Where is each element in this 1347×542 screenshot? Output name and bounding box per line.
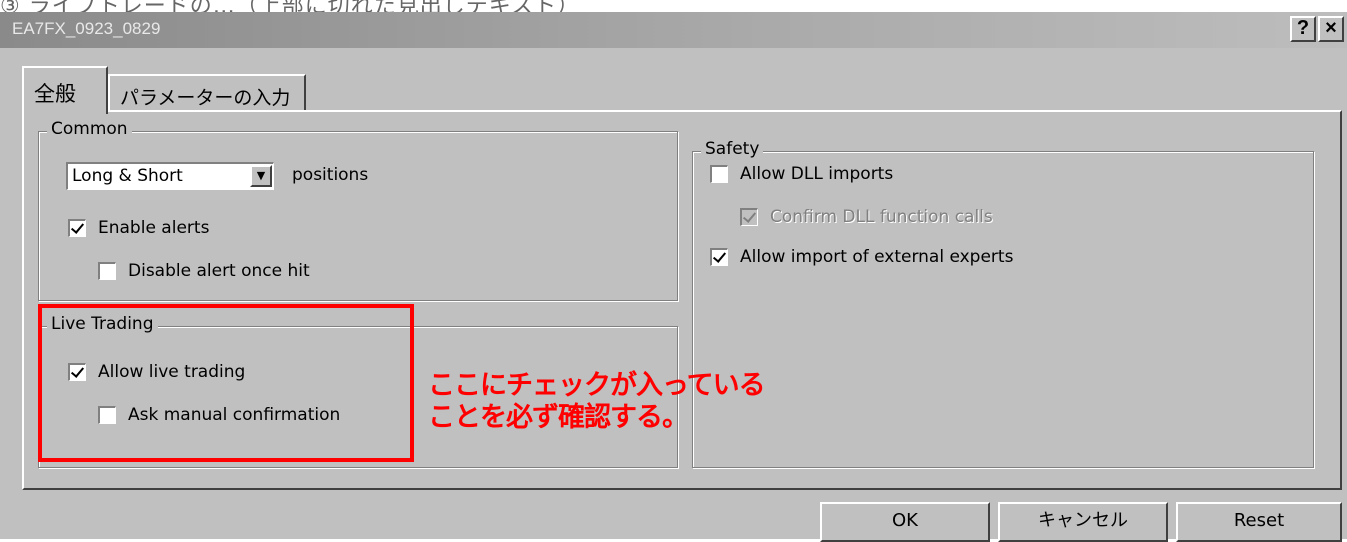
- disable-alert-once-hit-checkbox[interactable]: Disable alert once hit: [98, 261, 310, 281]
- title-bar: EA7FX_0923_0829 ? ×: [0, 12, 1347, 48]
- chevron-down-icon[interactable]: ▼: [250, 165, 272, 187]
- reset-button[interactable]: Reset: [1176, 502, 1342, 542]
- disable-alert-once-hit-label: Disable alert once hit: [128, 261, 310, 281]
- confirm-dll-function-calls-label: Confirm DLL function calls: [770, 207, 993, 227]
- safety-legend: Safety: [701, 139, 764, 159]
- checkbox-unchecked-icon[interactable]: [710, 165, 728, 183]
- allow-dll-imports-label: Allow DLL imports: [740, 164, 894, 184]
- close-button[interactable]: ×: [1318, 16, 1344, 42]
- tab-general[interactable]: 全般: [22, 66, 108, 114]
- allow-import-external-experts-label: Allow import of external experts: [740, 247, 1014, 267]
- window-title: EA7FX_0923_0829: [12, 19, 161, 38]
- checkbox-checked-disabled-icon: [740, 208, 758, 226]
- checkbox-unchecked-icon[interactable]: [98, 262, 116, 280]
- annotation-note-line-1: ここにチェックが入っている: [428, 370, 766, 401]
- enable-alerts-checkbox[interactable]: Enable alerts: [68, 218, 209, 238]
- dialog-window: EA7FX_0923_0829 ? × 全般 パラメーターの入力 Common …: [0, 12, 1347, 542]
- enable-alerts-label: Enable alerts: [98, 218, 210, 238]
- positions-label: positions: [292, 165, 369, 185]
- annotation-note: ここにチェックが入っている ことを必ず確認する。: [428, 370, 766, 434]
- confirm-dll-function-calls-checkbox: Confirm DLL function calls: [740, 207, 993, 227]
- cancel-button[interactable]: キャンセル: [998, 502, 1168, 542]
- help-button[interactable]: ?: [1290, 16, 1316, 42]
- checkbox-checked-icon[interactable]: [68, 219, 86, 237]
- common-legend: Common: [47, 119, 132, 139]
- annotation-note-line-2: ことを必ず確認する。: [428, 402, 689, 433]
- positions-select[interactable]: Long & Short ▼: [66, 162, 274, 190]
- positions-select-value: Long & Short: [72, 166, 183, 186]
- ok-button[interactable]: OK: [820, 502, 990, 542]
- allow-import-external-experts-checkbox[interactable]: Allow import of external experts: [710, 247, 1013, 267]
- safety-group: Safety: [692, 139, 1314, 468]
- allow-dll-imports-checkbox[interactable]: Allow DLL imports: [710, 164, 893, 184]
- checkbox-checked-icon[interactable]: [710, 248, 728, 266]
- annotation-highlight-box: [38, 304, 414, 462]
